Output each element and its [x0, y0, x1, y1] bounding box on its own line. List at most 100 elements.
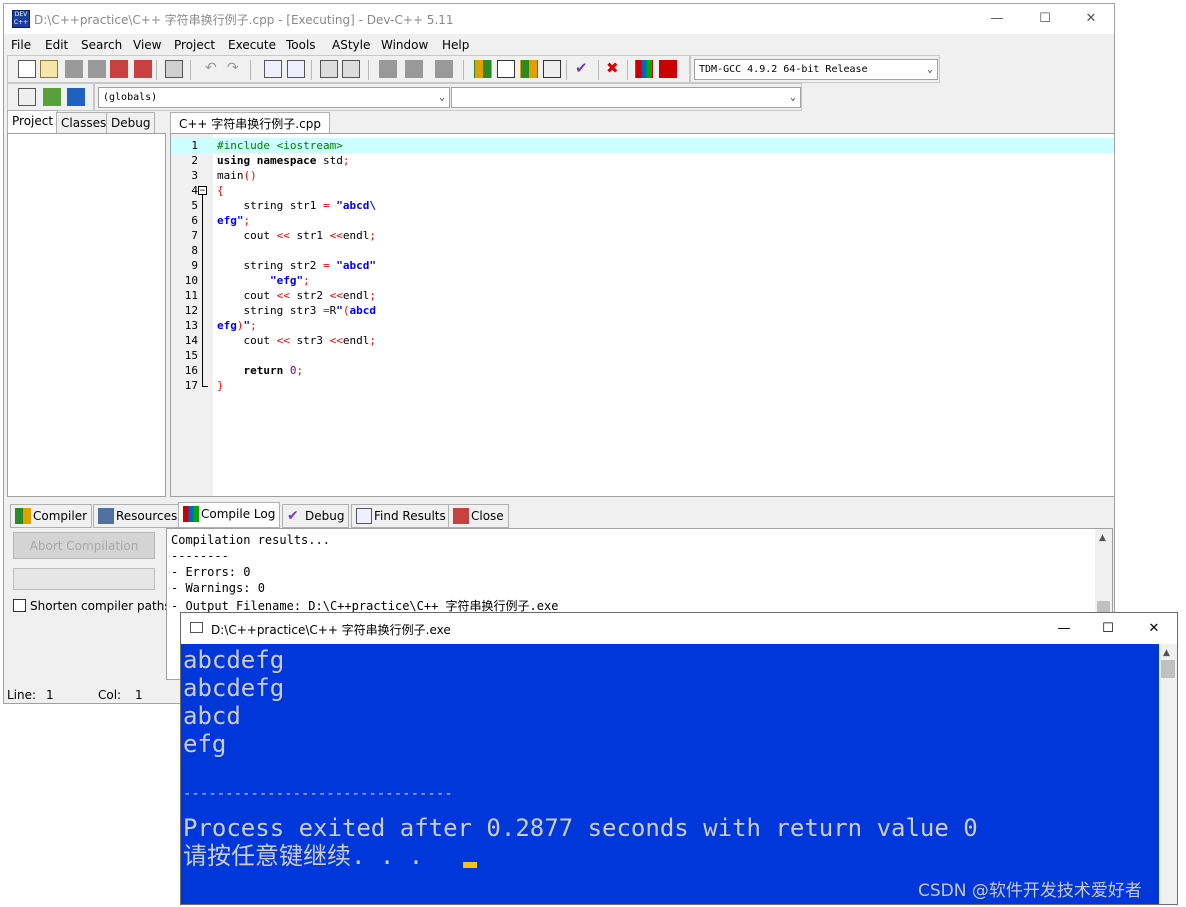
- delete-profile-icon[interactable]: [659, 60, 677, 78]
- member-select[interactable]: ⌄: [451, 87, 801, 108]
- save-icon[interactable]: [65, 60, 83, 78]
- tab-debug-output[interactable]: ✔ Debug: [282, 504, 350, 528]
- syntax-check-icon[interactable]: ✔: [574, 60, 592, 78]
- line-number: 14: [184, 334, 198, 347]
- chevron-down-icon: ⌄: [926, 64, 933, 75]
- console-scroll-thumb[interactable]: [1161, 660, 1175, 678]
- new-file-icon[interactable]: [18, 60, 36, 78]
- tab-compiler-label: Compiler: [33, 509, 88, 523]
- tab-compile-log-label: Compile Log: [201, 507, 276, 521]
- stop-execution-icon[interactable]: ✖: [605, 60, 623, 78]
- tab-find-results[interactable]: Find Results: [351, 504, 451, 528]
- code-line: 1 #include <iostream>: [171, 138, 1114, 153]
- main-toolbar: ↶ ↷ ✔ ✖: [7, 55, 690, 83]
- debug-check-icon: ✔: [287, 508, 299, 524]
- console-scrollbar[interactable]: ▲: [1159, 644, 1177, 904]
- line-number: 5: [191, 199, 198, 212]
- abort-compilation-button[interactable]: Abort Compilation: [13, 532, 155, 559]
- menu-edit[interactable]: Edit: [45, 38, 68, 52]
- add-to-project-icon[interactable]: [43, 88, 61, 106]
- redo-icon[interactable]: ↷: [226, 60, 244, 78]
- code-text: "efg";: [269, 274, 310, 287]
- toolbar-separator: [627, 60, 628, 80]
- menu-bar: File Edit Search View Project Execute To…: [4, 34, 1114, 56]
- code-text: using namespace std;: [217, 154, 350, 167]
- maximize-button[interactable]: ☐: [1022, 4, 1068, 34]
- menu-search[interactable]: Search: [81, 38, 122, 52]
- code-line: 8: [171, 243, 1114, 258]
- shorten-paths-checkbox[interactable]: Shorten compiler paths: [13, 599, 171, 613]
- code-text: return 0;: [243, 364, 304, 377]
- scroll-up-icon[interactable]: ▲: [1099, 533, 1106, 543]
- menu-help[interactable]: Help: [442, 38, 469, 52]
- compile-icon[interactable]: [474, 60, 492, 78]
- profile-icon[interactable]: [635, 60, 653, 78]
- scope-select[interactable]: (globals) ⌄: [98, 87, 450, 108]
- code-line: 13 efg)";: [171, 318, 1114, 333]
- console-minimize-button[interactable]: —: [1041, 613, 1087, 644]
- log-line: Compilation results...: [171, 533, 330, 547]
- compiler-select[interactable]: TDM-GCC 4.9.2 64-bit Release ⌄: [694, 59, 938, 80]
- tab-debug[interactable]: Debug: [106, 112, 156, 133]
- toolbar-separator: [190, 60, 191, 80]
- menu-window[interactable]: Window: [381, 38, 428, 52]
- line-number: 3: [191, 169, 198, 182]
- close-icon: [453, 508, 469, 524]
- tab-close[interactable]: Close: [448, 504, 509, 528]
- find-icon[interactable]: [264, 60, 282, 78]
- console-output[interactable]: abcdefg abcdefg abcd efg ---------------…: [181, 644, 1159, 904]
- indent-right-icon[interactable]: [405, 60, 423, 78]
- compiler-toolbar: TDM-GCC 4.9.2 64-bit Release ⌄: [690, 55, 940, 83]
- save-all-icon[interactable]: [88, 60, 106, 78]
- close-file-icon[interactable]: [110, 60, 128, 78]
- code-line: 7 cout << str1 <<endl;: [171, 228, 1114, 243]
- tab-compiler[interactable]: Compiler: [10, 504, 93, 528]
- open-file-icon[interactable]: [40, 60, 58, 78]
- tab-project[interactable]: Project: [7, 110, 59, 133]
- tab-classes[interactable]: Classes: [56, 112, 112, 133]
- print-icon[interactable]: [165, 60, 183, 78]
- scroll-up-icon[interactable]: ▲: [1163, 648, 1170, 658]
- checkbox-box[interactable]: [13, 599, 26, 612]
- line-number: 13: [184, 319, 198, 332]
- menu-file[interactable]: File: [11, 38, 31, 52]
- run-icon[interactable]: [497, 60, 515, 78]
- line-number: 8: [191, 244, 198, 257]
- menu-tools[interactable]: Tools: [286, 38, 316, 52]
- menu-view[interactable]: View: [133, 38, 161, 52]
- menu-execute[interactable]: Execute: [228, 38, 276, 52]
- console-line: abcd: [183, 702, 241, 730]
- line-number: 6: [191, 214, 198, 227]
- line-number: 11: [184, 289, 198, 302]
- chevron-down-icon: ⌄: [438, 92, 445, 103]
- toolbar-separator: [566, 60, 567, 80]
- menu-project[interactable]: Project: [174, 38, 215, 52]
- comment-icon[interactable]: [435, 60, 453, 78]
- goto-line-icon[interactable]: [320, 60, 338, 78]
- rebuild-all-icon[interactable]: [543, 60, 561, 78]
- code-editor[interactable]: 1 #include <iostream> 2 using namespace …: [170, 133, 1115, 497]
- status-col-label: Col:: [98, 688, 122, 702]
- log-line: - Warnings: 0: [171, 581, 265, 595]
- status-col-value: 1: [135, 688, 143, 702]
- compiler-icon: [15, 508, 31, 524]
- menu-astyle[interactable]: AStyle: [332, 38, 370, 52]
- close-window-button[interactable]: ✕: [1068, 4, 1114, 34]
- undo-icon[interactable]: ↶: [204, 60, 222, 78]
- line-number: 9: [191, 259, 198, 272]
- indent-left-icon[interactable]: [379, 60, 397, 78]
- tab-resources[interactable]: Resources: [93, 504, 183, 528]
- replace-icon[interactable]: [287, 60, 305, 78]
- compile-run-icon[interactable]: [520, 60, 538, 78]
- text-cursor: [463, 862, 477, 868]
- editor-tab[interactable]: C++ 字符串换行例子.cpp: [170, 112, 330, 135]
- tab-compile-log[interactable]: Compile Log: [178, 502, 281, 528]
- console-close-button[interactable]: ✕: [1131, 613, 1177, 644]
- project-options-icon[interactable]: [67, 88, 85, 106]
- tab-close-label: Close: [471, 509, 504, 523]
- bookmark-icon[interactable]: [342, 60, 360, 78]
- close-all-icon[interactable]: [134, 60, 152, 78]
- minimize-button[interactable]: —: [974, 4, 1020, 34]
- console-maximize-button[interactable]: ☐: [1085, 613, 1131, 644]
- new-project-icon[interactable]: [18, 88, 36, 106]
